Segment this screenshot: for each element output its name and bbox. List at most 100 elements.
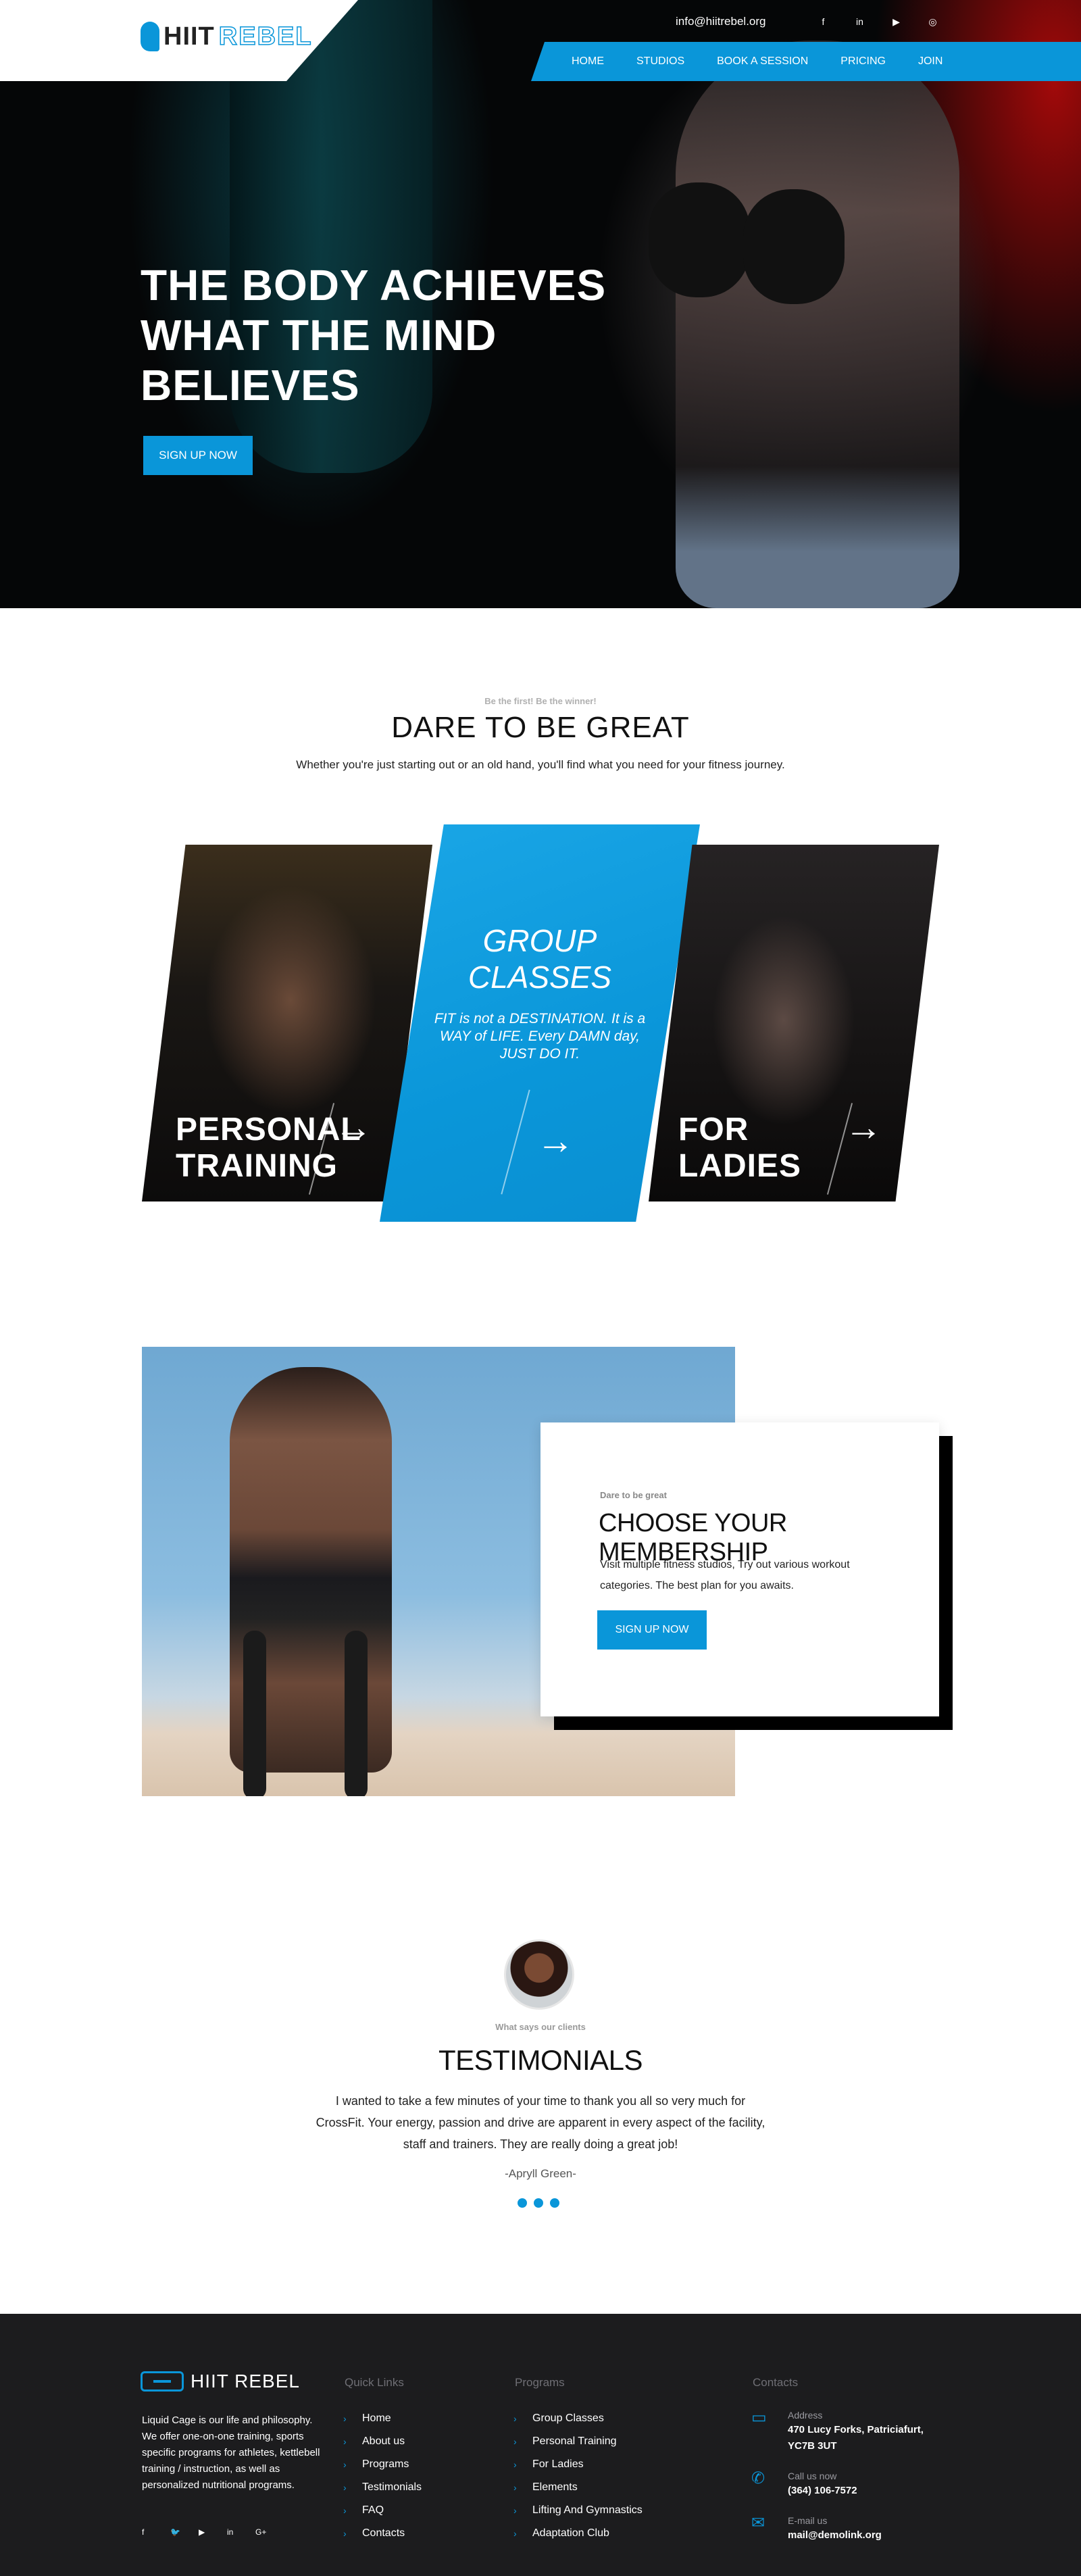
program-link[interactable]: › Adaptation Club (513, 2522, 643, 2545)
group-classes-title: GROUP CLASSES (380, 922, 700, 995)
nav-item-studios[interactable]: STUDIOS (636, 55, 684, 68)
facebook-icon[interactable]: f (142, 2527, 170, 2537)
program-label: For Ladies (532, 2458, 584, 2470)
arrow-right-icon[interactable]: → (536, 1122, 574, 1160)
client-avatar (504, 1939, 574, 2010)
quick-link-label: Programs (362, 2458, 409, 2470)
chevron-right-icon: › (513, 2436, 517, 2447)
arrow-right-icon[interactable]: → (334, 1108, 372, 1146)
logo-text-hiit: HIIT (164, 22, 215, 51)
membership-kicker: Dare to be great (600, 1490, 667, 1500)
linkedin-icon[interactable]: in (842, 16, 878, 27)
boxing-glove-image (649, 182, 750, 297)
quick-link-contacts[interactable]: › Contacts (343, 2522, 422, 2545)
hero-sign-up-button[interactable]: SIGN UP NOW (143, 436, 253, 475)
quick-link-home[interactable]: › Home (343, 2407, 422, 2430)
chevron-right-icon: › (513, 2482, 517, 2493)
personal-training-line-1: PERSONAL (176, 1112, 361, 1147)
group-classes-card[interactable]: GROUP CLASSES FIT is not a DESTINATION. … (380, 824, 700, 1222)
program-link[interactable]: › Lifting And Gymnastics (513, 2499, 643, 2522)
group-classes-line-2: CLASSES (468, 960, 612, 995)
chevron-right-icon: › (343, 2482, 347, 2493)
chevron-right-icon: › (343, 2436, 347, 2447)
facebook-icon[interactable]: f (805, 16, 842, 27)
instagram-icon[interactable]: ◎ (915, 16, 951, 28)
youtube-icon[interactable]: ▶ (199, 2527, 227, 2537)
quick-link-label: Testimonials (362, 2481, 422, 2493)
testimonials-kicker: What says our clients (495, 2022, 586, 2032)
card-divider (501, 1089, 530, 1195)
group-classes-tagline: FIT is not a DESTINATION. It is a WAY of… (434, 1011, 646, 1062)
testimonials-title: TESTIMONIALS (438, 2044, 643, 2076)
battle-rope (243, 1631, 266, 1796)
programs-title: Programs (515, 2376, 565, 2389)
twitter-icon[interactable]: 🐦 (170, 2527, 199, 2537)
program-link[interactable]: › For Ladies (513, 2453, 643, 2476)
footer-about-text: Liquid Cage is our life and philosophy. … (142, 2414, 320, 2491)
chevron-right-icon: › (513, 2413, 517, 2424)
email-label: E-mail us (788, 2515, 828, 2526)
hero-title-line-1: THE BODY ACHIEVES (141, 261, 607, 309)
program-link[interactable]: › Group Classes (513, 2407, 643, 2430)
dare-kicker: Be the first! Be the winner! (484, 696, 597, 706)
hero-title-line-3: BELIEVES (141, 361, 360, 410)
youtube-icon[interactable]: ▶ (878, 16, 915, 28)
nav-item-join[interactable]: JOIN (918, 55, 942, 68)
personal-training-card[interactable]: PERSONAL TRAINING → (142, 845, 432, 1202)
quick-link-testimonials[interactable]: › Testimonials (343, 2476, 422, 2499)
personal-training-title: PERSONAL TRAINING (176, 1112, 361, 1185)
email-value[interactable]: mail@demolink.org (788, 2527, 943, 2544)
quick-links-title: Quick Links (345, 2376, 404, 2389)
map-icon: ▭ (751, 2408, 767, 2427)
program-label: Lifting And Gymnastics (532, 2504, 643, 2516)
battle-rope (345, 1631, 368, 1796)
chevron-right-icon: › (513, 2459, 517, 2470)
chevron-right-icon: › (343, 2459, 347, 2470)
for-ladies-line-2: LADIES (678, 1148, 802, 1184)
top-bar: info@hiitrebel.org f in ▶ ◎ (676, 14, 951, 30)
quick-link-label: Home (362, 2412, 391, 2424)
topbar-email-link[interactable]: info@hiitrebel.org (676, 15, 766, 28)
for-ladies-title: FOR LADIES (678, 1112, 801, 1185)
linkedin-icon[interactable]: in (227, 2527, 255, 2537)
carousel-dot[interactable] (518, 2198, 527, 2208)
program-link[interactable]: › Personal Training (513, 2430, 643, 2453)
site-logo[interactable]: HIIT REBEL (141, 22, 313, 51)
phone-value[interactable]: (364) 106-7572 (788, 2483, 943, 2499)
arrow-right-icon[interactable]: → (845, 1108, 882, 1146)
footer-social-links: f 🐦 ▶ in G+ (142, 2527, 284, 2537)
footer-logo[interactable]: HIIT REBEL (141, 2371, 300, 2392)
logo-text-rebel: REBEL (218, 22, 313, 51)
membership-sign-up-button[interactable]: SIGN UP NOW (597, 1610, 707, 1650)
carousel-dot[interactable] (550, 2198, 559, 2208)
carousel-dot[interactable] (534, 2198, 543, 2208)
contact-phone: ✆ Call us now (364) 106-7572 (751, 2469, 943, 2499)
quick-links-list: › Home › About us › Programs › Testimonials … (343, 2407, 422, 2545)
contact-address: ▭ Address 470 Lucy Forks, Patriciafurt, … (751, 2408, 943, 2454)
nav-item-home[interactable]: HOME (572, 55, 604, 68)
address-label: Address (788, 2410, 823, 2421)
chevron-right-icon: › (513, 2505, 517, 2516)
nav-item-book-a-session[interactable]: BOOK A SESSION (717, 55, 808, 68)
quick-link-faq[interactable]: › FAQ (343, 2499, 422, 2522)
program-label: Adaptation Club (532, 2527, 609, 2539)
main-nav: HOME STUDIOS BOOK A SESSION PRICING JOIN (531, 42, 1081, 81)
quick-link-about[interactable]: › About us (343, 2430, 422, 2453)
hero-title-line-2: WHAT THE MIND (141, 311, 497, 360)
membership-sign-up-label: SIGN UP NOW (615, 1624, 689, 1635)
nav-item-pricing[interactable]: PRICING (840, 55, 886, 68)
google-plus-icon[interactable]: G+ (255, 2527, 284, 2537)
boxing-glove-image (743, 189, 845, 304)
quick-link-label: FAQ (362, 2504, 384, 2516)
quick-link-programs[interactable]: › Programs (343, 2453, 422, 2476)
hero-sign-up-label: SIGN UP NOW (159, 449, 237, 462)
program-label: Personal Training (532, 2435, 617, 2447)
quick-link-label: About us (362, 2435, 405, 2447)
membership-text: Visit multiple fitness studios, Try out … (600, 1559, 850, 1591)
for-ladies-card[interactable]: FOR LADIES → (649, 845, 939, 1202)
contact-email: ✉ E-mail us mail@demolink.org (751, 2514, 943, 2544)
program-label: Elements (532, 2481, 578, 2493)
phone-icon: ✆ (751, 2469, 765, 2487)
program-link[interactable]: › Elements (513, 2476, 643, 2499)
program-label: Group Classes (532, 2412, 604, 2424)
